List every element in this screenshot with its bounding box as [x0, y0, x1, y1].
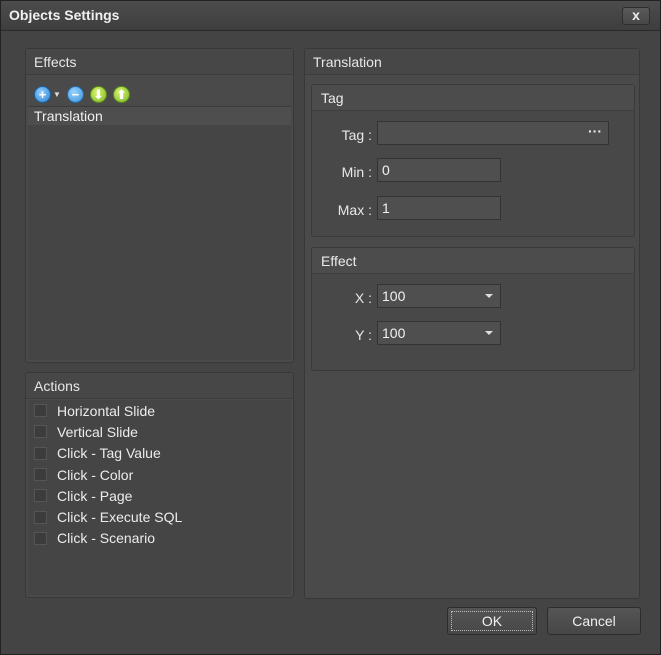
y-combo[interactable]: 100 — [377, 321, 501, 345]
tag-input[interactable]: ··· — [377, 121, 609, 145]
action-label: Click - Color — [57, 466, 134, 483]
min-label: Min : — [341, 164, 372, 180]
actions-panel: Actions Horizontal Slide Vertical Slide … — [25, 372, 294, 598]
action-label: Vertical Slide — [57, 423, 138, 440]
y-value: 100 — [382, 325, 406, 341]
cancel-button[interactable]: Cancel — [547, 607, 641, 635]
action-label: Horizontal Slide — [57, 402, 156, 419]
add-circle-icon[interactable]: + — [34, 85, 51, 103]
list-item[interactable]: Translation — [28, 107, 291, 125]
actions-header: Actions — [26, 373, 293, 399]
close-button[interactable]: x — [622, 7, 650, 25]
tag-group: Tag Tag : ··· Min : 0 Max : 1 — [311, 84, 635, 237]
effects-toolbar: + ▼ − ⬇ ⬆ — [34, 84, 130, 104]
checkbox[interactable] — [34, 404, 47, 418]
translation-header: Translation — [305, 49, 639, 75]
move-down-icon[interactable]: ⬇ — [89, 85, 107, 103]
title-bar: Objects Settings x — [1, 1, 660, 31]
checkbox[interactable] — [34, 446, 47, 460]
x-combo[interactable]: 100 — [377, 284, 501, 308]
action-click-execute-sql[interactable]: Click - Execute SQL — [28, 506, 291, 527]
checkbox[interactable] — [34, 468, 47, 482]
actions-list: Horizontal Slide Vertical Slide Click - … — [28, 400, 291, 595]
min-input[interactable]: 0 — [377, 158, 501, 182]
action-click-page[interactable]: Click - Page — [28, 485, 291, 506]
action-label: Click - Tag Value — [57, 445, 161, 462]
action-label: Click - Page — [57, 487, 133, 504]
action-label: Click - Execute SQL — [57, 509, 183, 526]
checkbox[interactable] — [34, 510, 47, 524]
effect-group: Effect X : 100 Y : 100 — [311, 247, 635, 371]
move-up-icon[interactable]: ⬆ — [112, 85, 130, 103]
chevron-down-icon[interactable] — [485, 294, 493, 298]
x-value: 100 — [382, 288, 406, 304]
action-click-color[interactable]: Click - Color — [28, 464, 291, 485]
chevron-down-icon[interactable] — [485, 331, 493, 335]
checkbox[interactable] — [34, 489, 47, 503]
effect-group-header: Effect — [312, 248, 634, 274]
x-label: X : — [354, 290, 372, 306]
action-click-tag-value[interactable]: Click - Tag Value — [28, 443, 291, 464]
focus-rect — [451, 611, 533, 631]
chevron-down-icon[interactable]: ▼ — [53, 90, 61, 99]
action-horizontal-slide[interactable]: Horizontal Slide — [28, 400, 291, 421]
effects-panel: Effects + ▼ − ⬇ ⬆ Translation — [25, 48, 294, 363]
action-click-scenario[interactable]: Click - Scenario — [28, 528, 291, 549]
action-vertical-slide[interactable]: Vertical Slide — [28, 421, 291, 442]
browse-icon[interactable]: ··· — [588, 123, 602, 139]
checkbox[interactable] — [34, 531, 47, 545]
remove-circle-icon[interactable]: − — [66, 85, 84, 103]
tag-label: Tag : — [341, 127, 372, 143]
translation-panel: Translation Tag Tag : ··· Min : 0 Max : … — [304, 48, 640, 599]
objects-settings-dialog: Objects Settings x Effects + ▼ − ⬇ ⬆ Tra… — [0, 0, 661, 655]
ok-button[interactable]: OK — [447, 607, 537, 635]
y-label: Y : — [355, 327, 372, 343]
max-label: Max : — [337, 202, 372, 218]
tag-group-header: Tag — [312, 85, 634, 111]
effects-header: Effects — [26, 49, 293, 75]
max-input[interactable]: 1 — [377, 196, 501, 220]
effects-list[interactable]: Translation — [28, 106, 291, 360]
checkbox[interactable] — [34, 425, 47, 439]
action-label: Click - Scenario — [57, 530, 156, 547]
dialog-title: Objects Settings — [9, 7, 120, 23]
